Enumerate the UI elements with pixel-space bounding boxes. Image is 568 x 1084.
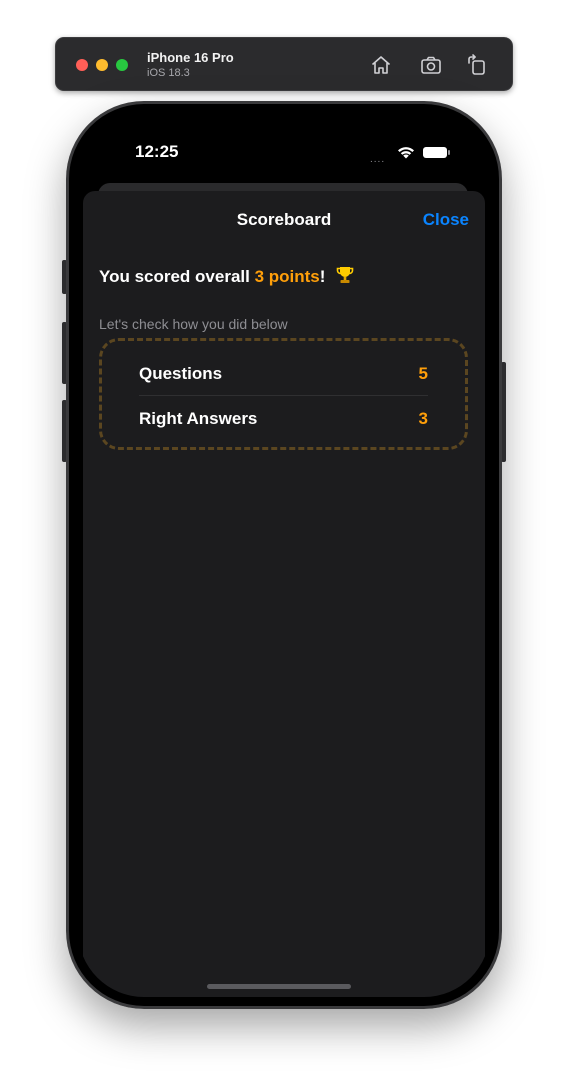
minimize-window-button[interactable] [96, 59, 108, 71]
score-points: 3 points [254, 267, 320, 286]
stat-value: 3 [418, 409, 428, 428]
close-window-button[interactable] [76, 59, 88, 71]
screenshot-icon[interactable] [419, 53, 443, 77]
zoom-window-button[interactable] [116, 59, 128, 71]
list-item-questions: Questions 5 [139, 352, 428, 396]
wifi-icon [397, 145, 415, 159]
cellular-signal-dots: .... [370, 154, 386, 165]
trophy-icon [335, 265, 355, 285]
stat-label: Questions [139, 363, 223, 383]
status-time: 12:25 [135, 142, 179, 161]
device-os-version: iOS 18.3 [147, 67, 190, 79]
stat-value: 5 [418, 363, 428, 383]
stat-label: Right Answers [139, 409, 258, 428]
battery-icon [423, 147, 450, 158]
close-button[interactable]: Close [423, 210, 469, 230]
home-indicator[interactable] [207, 984, 351, 989]
section-caption: Let's check how you did below [99, 316, 288, 332]
score-prefix: You scored overall [99, 267, 255, 286]
phone-bezel: 12:25 .... Scoreboard Close You scored o… [69, 104, 499, 1006]
phone-frame: 12:25 .... Scoreboard Close You scored o… [66, 101, 502, 1009]
scoreboard-sheet: Scoreboard Close You scored overall 3 po… [83, 191, 485, 997]
score-summary: You scored overall 3 points! [99, 265, 355, 287]
score-suffix: ! [319, 267, 326, 286]
phone-screen: 12:25 .... Scoreboard Close You scored o… [78, 113, 490, 997]
list-item-right-answers: Right Answers 3 [139, 397, 428, 441]
device-name: iPhone 16 Pro [147, 50, 234, 65]
rotate-icon[interactable] [465, 53, 489, 77]
simulator-toolbar: iPhone 16 Pro iOS 18.3 [55, 37, 513, 91]
home-icon[interactable] [369, 53, 393, 77]
stats-list: Questions 5 Right Answers 3 [99, 338, 468, 450]
